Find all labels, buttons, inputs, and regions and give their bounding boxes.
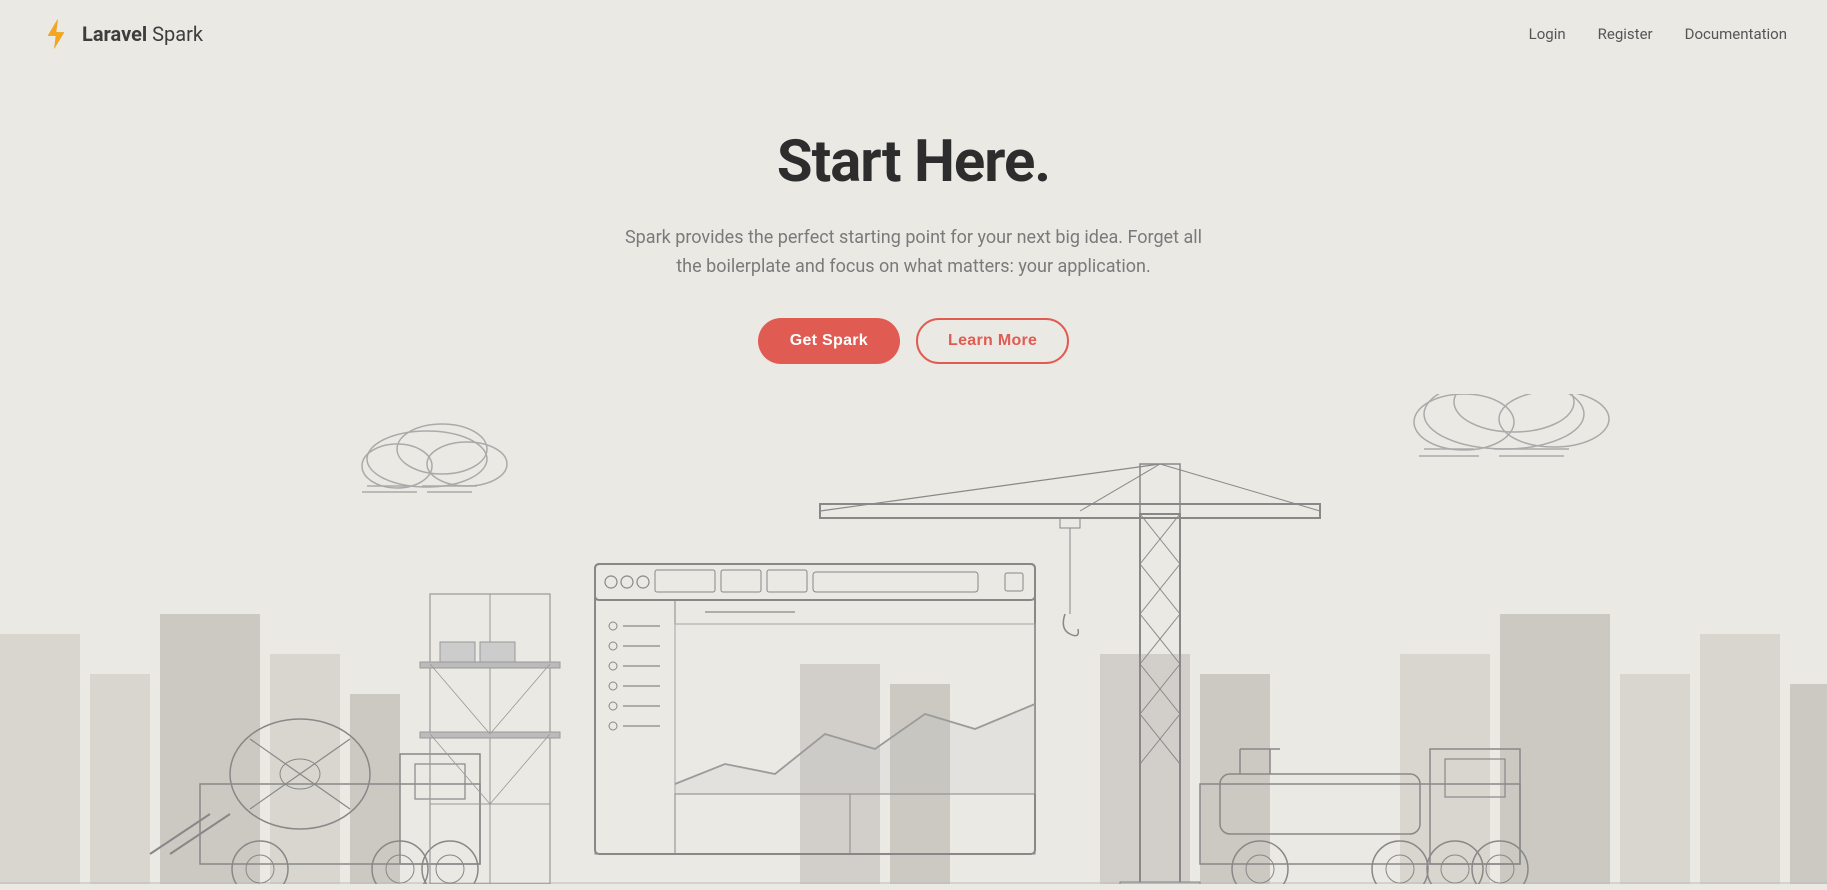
nav-documentation[interactable]: Documentation [1685,25,1787,43]
illustration-area [0,394,1827,884]
nav-links: Login Register Documentation [1529,25,1787,43]
nav-register[interactable]: Register [1598,25,1653,43]
hero-heading: Start Here. [20,128,1807,196]
hero-buttons: Get Spark Learn More [20,318,1807,364]
hero-section: Start Here. Spark provides the perfect s… [0,68,1827,394]
logo-text: Laravel Spark [82,22,203,46]
get-spark-button[interactable]: Get Spark [758,318,900,364]
hero-description: Spark provides the perfect starting poin… [624,224,1204,282]
nav-login[interactable]: Login [1529,25,1566,43]
navbar: Laravel Spark Login Register Documentati… [0,0,1827,68]
logo-link[interactable]: Laravel Spark [40,18,203,50]
learn-more-button[interactable]: Learn More [916,318,1069,364]
main-illustration [0,434,1827,884]
logo-bolt-icon [40,18,72,50]
